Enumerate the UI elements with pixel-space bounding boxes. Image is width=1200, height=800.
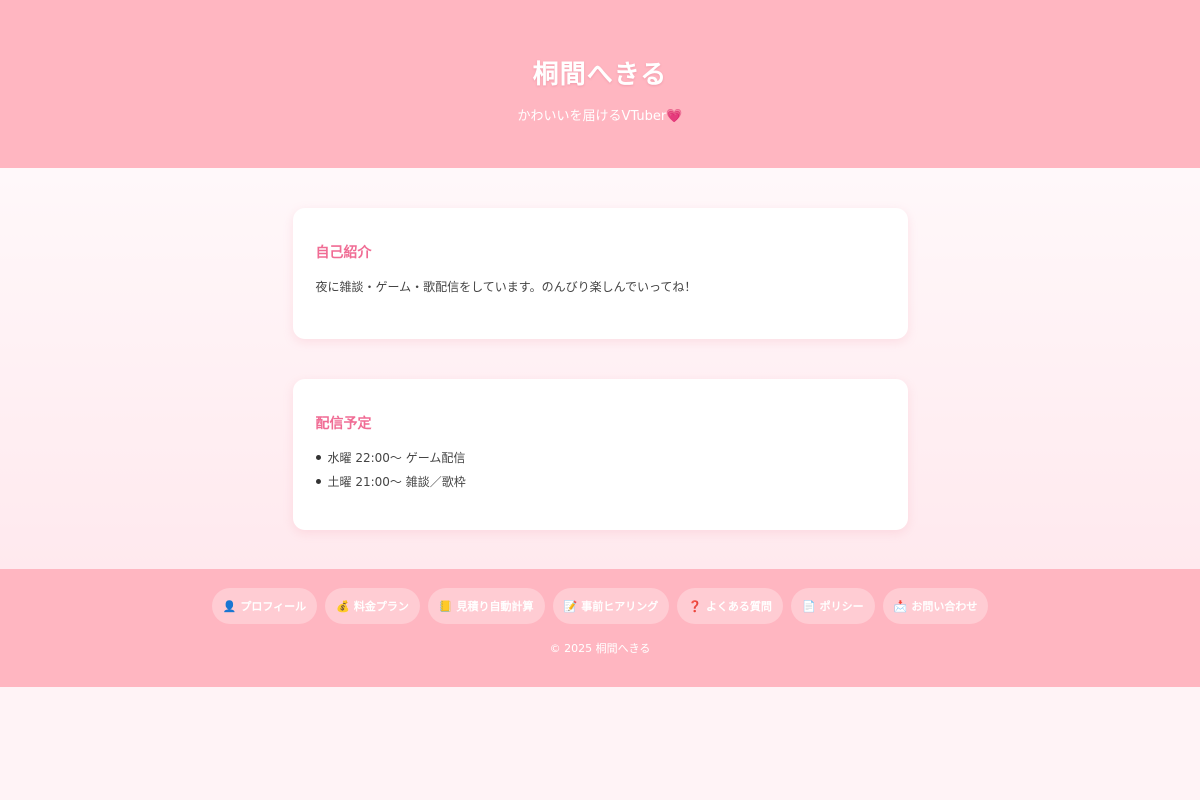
nav-label: 事前ヒアリング	[581, 600, 659, 613]
question-icon: ❓	[688, 599, 702, 613]
schedule-item: 水曜 22:00〜 ゲーム配信	[315, 449, 885, 466]
site-title: 桐間へきる	[532, 60, 668, 90]
intro-text: 夜に雑談・ゲーム・歌配信をしています。のんびり楽しんでいってね！	[315, 280, 697, 294]
nav-estimate-button[interactable]: 📒 見積り自動計算	[427, 588, 545, 624]
mail-icon: 📩	[893, 599, 908, 613]
document-icon: 📄	[801, 599, 816, 613]
footer-nav: 👤 プロフィール 💰 料金プラン 📒 見積り自動計算 📝 事前ヒアリング ❓ よくある質問…	[0, 588, 1200, 624]
schedule-item: 土曜 21:00〜 雑談／歌枠	[315, 473, 885, 490]
heart-icon: 💗	[666, 109, 683, 124]
main-content: 自己紹介 夜に雑談・ゲーム・歌配信をしています。のんびり楽しんでいってね！ 配信…	[0, 168, 1200, 569]
nav-pricing-button[interactable]: 💰 料金プラン	[325, 588, 420, 624]
nav-contact-button[interactable]: 📩 お問い合わせ	[882, 588, 989, 624]
nav-label: 見積り自動計算	[456, 600, 534, 613]
site-footer: 👤 プロフィール 💰 料金プラン 📒 見積り自動計算 📝 事前ヒアリング ❓ よくある質問…	[0, 569, 1200, 687]
nav-faq-button[interactable]: ❓ よくある質問	[677, 588, 783, 624]
memo-icon: 📝	[563, 599, 578, 613]
site-tagline: かわいいを届けるVTuber💗	[0, 105, 1200, 124]
page-background	[0, 687, 1200, 800]
intro-heading: 自己紹介	[315, 245, 372, 261]
nav-label: ポリシー	[819, 600, 864, 613]
nav-label: 料金プラン	[353, 600, 409, 613]
intro-card: 自己紹介 夜に雑談・ゲーム・歌配信をしています。のんびり楽しんでいってね！	[292, 208, 908, 339]
ledger-icon: 📒	[438, 599, 453, 613]
schedule-list: 水曜 22:00〜 ゲーム配信 土曜 21:00〜 雑談／歌枠	[315, 449, 885, 490]
nav-label: プロフィール	[240, 600, 307, 613]
nav-profile-button[interactable]: 👤 プロフィール	[211, 588, 318, 624]
nav-hearing-button[interactable]: 📝 事前ヒアリング	[552, 588, 670, 624]
tagline-text: かわいいを届けるVTuber	[517, 109, 667, 124]
person-icon: 👤	[222, 599, 237, 613]
schedule-card: 配信予定 水曜 22:00〜 ゲーム配信 土曜 21:00〜 雑談／歌枠	[292, 379, 908, 530]
nav-label: お問い合わせ	[911, 600, 978, 613]
copyright-text: © 2025 桐間へきる	[549, 642, 651, 655]
nav-label: よくある質問	[705, 600, 772, 613]
nav-policy-button[interactable]: 📄 ポリシー	[790, 588, 875, 624]
money-bag-icon: 💰	[336, 599, 350, 613]
site-header: 桐間へきる かわいいを届けるVTuber💗	[0, 0, 1200, 168]
schedule-heading: 配信予定	[315, 416, 372, 432]
